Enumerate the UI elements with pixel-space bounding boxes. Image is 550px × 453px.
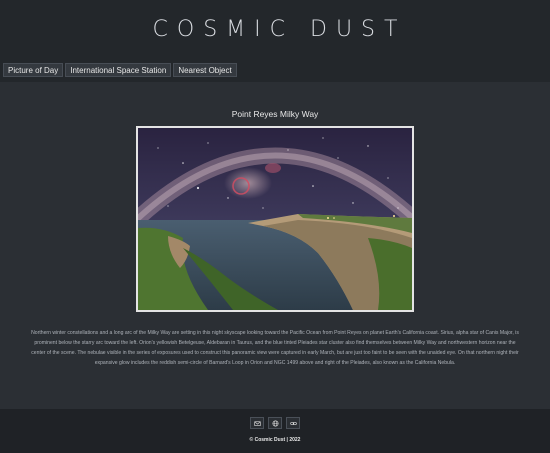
milky-way-landscape-image	[138, 128, 412, 310]
tab-picture-of-day[interactable]: Picture of Day	[3, 63, 64, 77]
footer-icons	[0, 417, 550, 429]
apod-photo	[136, 126, 414, 312]
globe-icon[interactable]	[268, 417, 282, 429]
main-content: Point Reyes Milky Way Northern winter co…	[0, 82, 550, 409]
site-footer: © Cosmic Dust | 2022	[0, 409, 550, 453]
mail-icon[interactable]	[250, 417, 264, 429]
link-icon[interactable]	[286, 417, 300, 429]
tab-international-space-station[interactable]: International Space Station	[65, 63, 172, 77]
site-title: COSMIC DUST	[152, 16, 407, 42]
tab-nearest-object[interactable]: Nearest Object	[173, 63, 237, 77]
nav-bar: Picture of Day International Space Stati…	[0, 58, 550, 82]
site-header: COSMIC DUST	[0, 0, 550, 58]
photo-title: Point Reyes Milky Way	[231, 109, 319, 119]
photo-explanation: Northern winter constellations and a lon…	[31, 330, 519, 366]
copyright-text: © Cosmic Dust | 2022	[249, 437, 301, 443]
